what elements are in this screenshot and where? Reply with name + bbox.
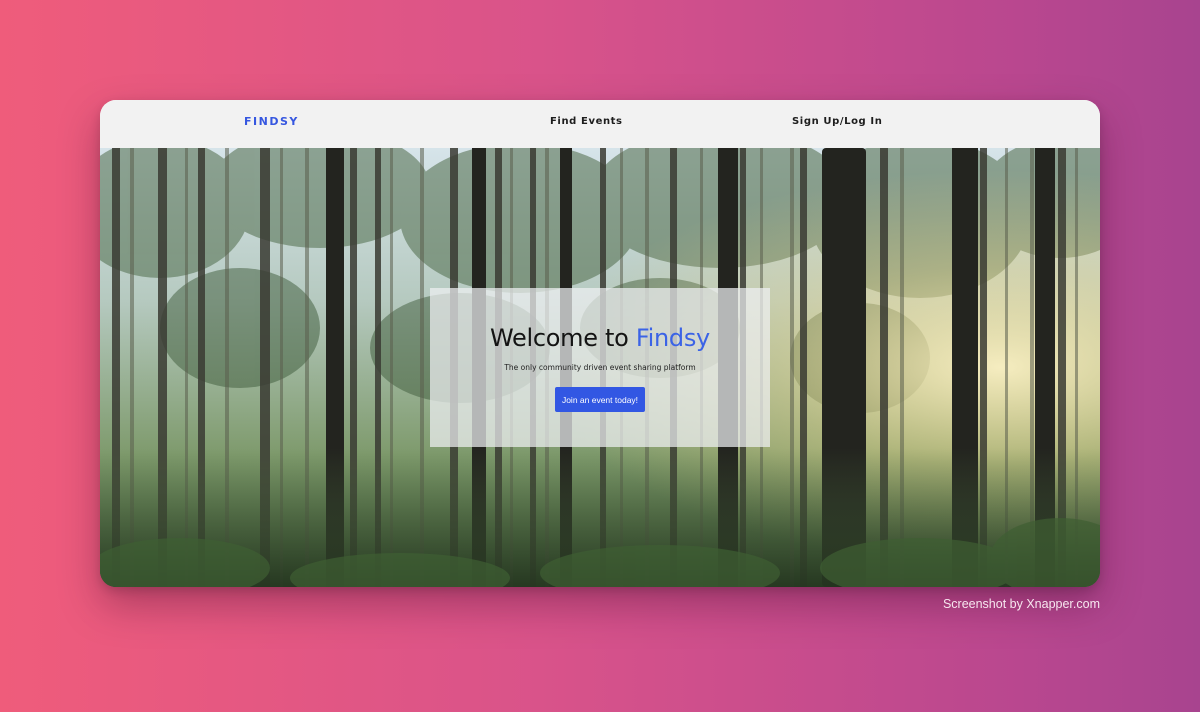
hero-section: Welcome to Findsy The only community dri…: [100, 148, 1100, 587]
browser-window: FINDSY Find Events Sign Up/Log In Welcom…: [100, 100, 1100, 587]
logo[interactable]: FINDSY: [244, 115, 299, 128]
hero-title-prefix: Welcome to: [490, 324, 636, 352]
nav-link-signup-login[interactable]: Sign Up/Log In: [792, 116, 882, 127]
watermark-credit: Screenshot by Xnapper.com: [942, 597, 1100, 611]
welcome-card: Welcome to Findsy The only community dri…: [430, 288, 770, 447]
hero-title-brand: Findsy: [635, 324, 710, 352]
join-event-button[interactable]: Join an event today!: [555, 387, 645, 412]
hero-title: Welcome to Findsy: [430, 324, 770, 352]
nav-link-find-events[interactable]: Find Events: [550, 116, 623, 127]
hero-subtitle: The only community driven event sharing …: [504, 363, 696, 372]
top-navbar: FINDSY Find Events Sign Up/Log In: [100, 100, 1100, 149]
